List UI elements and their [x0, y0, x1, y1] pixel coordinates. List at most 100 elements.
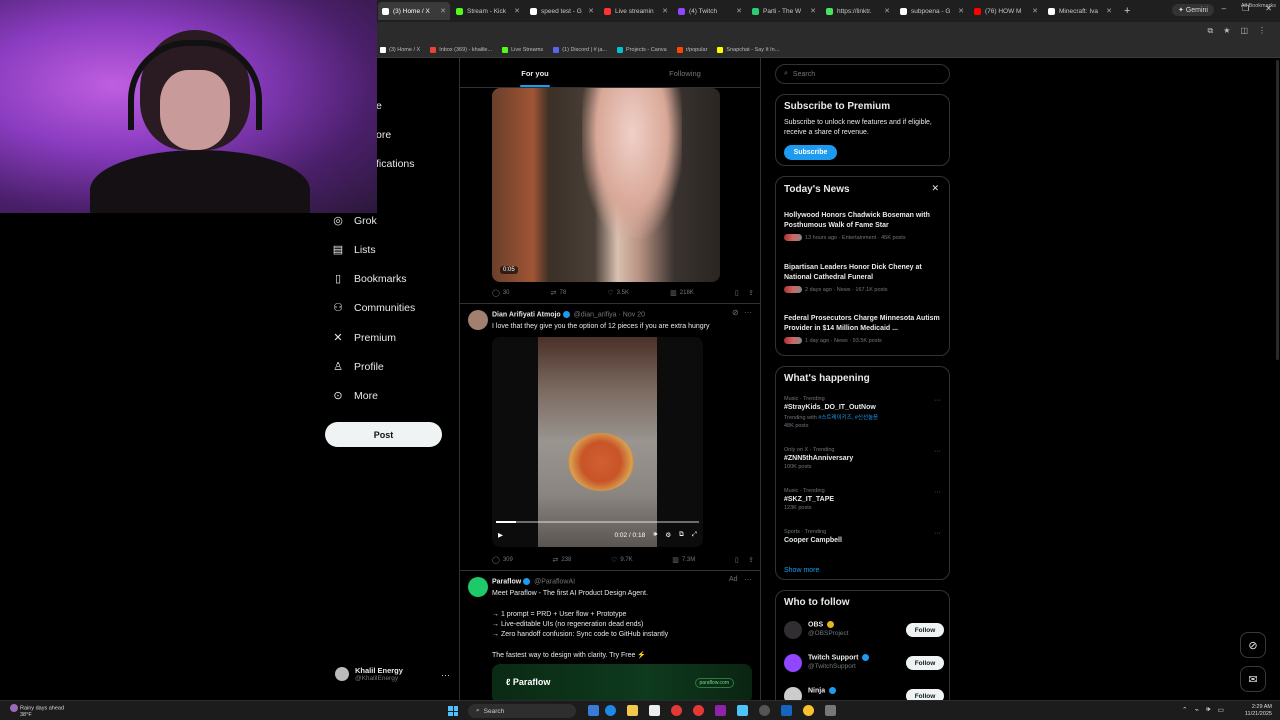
store-icon[interactable] — [649, 705, 660, 716]
bookmark-icon[interactable]: ▯ — [735, 556, 739, 564]
bookmark-item[interactable]: Projects - Canva — [617, 46, 667, 53]
steam-icon[interactable] — [781, 705, 792, 716]
trend-item[interactable]: Music · Trending #StrayKids_DO_IT_OutNow… — [784, 396, 944, 429]
close-tab-icon[interactable]: ✕ — [1106, 7, 1112, 15]
more-dots-icon[interactable]: ··· — [934, 448, 941, 455]
close-tab-icon[interactable]: ✕ — [736, 7, 742, 15]
obs-icon[interactable] — [693, 705, 704, 716]
bookmark-item[interactable]: r/popular — [676, 46, 707, 53]
tweet-author-name[interactable]: Paraflow — [492, 578, 521, 585]
subscribe-button[interactable]: Subscribe — [784, 145, 837, 160]
news-item[interactable]: Hollywood Honors Chadwick Boseman with P… — [784, 211, 944, 241]
more-dots-icon[interactable]: ··· — [934, 530, 941, 537]
like-button[interactable]: ♡ 3.5K — [607, 289, 629, 297]
fullscreen-icon[interactable]: ⤢ — [692, 531, 697, 539]
tab-following[interactable]: Following — [610, 58, 760, 87]
browser-tab[interactable]: Live streamin ✕ — [600, 2, 672, 20]
scrollbar[interactable] — [1276, 60, 1279, 360]
browser-tab[interactable]: (4) Twitch ✕ — [674, 2, 746, 20]
trend-item[interactable]: Sports · Trending Cooper Campbell — [784, 529, 944, 544]
pip-icon[interactable]: ⧉ — [679, 531, 684, 539]
close-tab-icon[interactable]: ✕ — [958, 7, 964, 15]
close-tab-icon[interactable]: ✕ — [662, 7, 668, 15]
close-tab-icon[interactable]: ✕ — [884, 7, 890, 15]
close-icon[interactable]: ✕ — [931, 183, 939, 194]
minimize-icon[interactable]: – — [1222, 4, 1226, 13]
nav-item-explore-cut[interactable]: ore — [376, 129, 391, 141]
all-bookmarks-button[interactable]: All Bookmarks — [1241, 3, 1276, 9]
more-dots-icon[interactable]: ··· — [934, 489, 941, 496]
bookmark-item[interactable]: Snapchat - Say It In... — [717, 46, 779, 53]
trend-item[interactable]: Music · Trending #SKZ_IT_TAPE 123K posts — [784, 488, 944, 511]
browser-tab[interactable]: Stream - Kick ✕ — [452, 2, 524, 20]
more-dots-icon[interactable]: ··· — [441, 670, 450, 680]
browser-tab[interactable]: Minecraft: Iva ✕ — [1044, 2, 1116, 20]
edge-icon[interactable] — [605, 705, 616, 716]
views-button[interactable]: ▥ 7.3M — [672, 556, 695, 564]
repost-button[interactable]: ⇄ 238 — [553, 556, 572, 564]
share-icon[interactable]: ⇪ — [748, 556, 754, 564]
reply-button[interactable]: ◯ 30 — [492, 289, 510, 297]
ad-url[interactable]: paraflow.com — [694, 678, 734, 688]
share-icon[interactable]: ⇪ — [748, 289, 754, 297]
grok-icon[interactable]: ⊘ — [732, 308, 739, 317]
sidebar-item-more[interactable]: ⊙ More — [332, 389, 378, 403]
tweet-author-name[interactable]: Dian Arifiyati Atmojo — [492, 311, 561, 318]
browser-tab[interactable]: (76) HOW M ✕ — [970, 2, 1042, 20]
sidebar-item-lists[interactable]: ▤ Lists — [332, 243, 376, 257]
sidebar-item-communities[interactable]: ⚇ Communities — [332, 301, 415, 315]
bookmark-item[interactable]: (3) Home / X — [380, 46, 420, 53]
trend-item[interactable]: Only on X · Trending #ZNN5thAnniversary … — [784, 447, 944, 470]
repost-button[interactable]: ⇄ 78 — [551, 289, 567, 297]
menu-icon[interactable]: ⋮ — [1258, 26, 1266, 36]
close-tab-icon[interactable]: ✕ — [514, 7, 520, 15]
tweet-video[interactable]: 0:05 — [492, 88, 720, 282]
tweet-author-handle[interactable]: @dian_arifiya — [574, 311, 617, 318]
volume-icon[interactable]: 🕪 — [653, 531, 657, 539]
avatar[interactable] — [468, 310, 488, 330]
battery-icon[interactable]: ▭ — [1217, 706, 1224, 714]
sidebar-item-profile[interactable]: ♙ Profile — [332, 360, 384, 374]
bookmark-item[interactable]: Live Streams — [502, 46, 543, 53]
news-item[interactable]: Federal Prosecutors Charge Minnesota Aut… — [784, 314, 944, 344]
new-tab-icon[interactable]: + — [1124, 5, 1130, 17]
messages-float-button[interactable]: ✉ — [1240, 666, 1266, 692]
close-tab-icon[interactable]: ✕ — [440, 7, 446, 15]
ad-card[interactable]: ℓ Paraflow paraflow.com — [492, 664, 752, 700]
chrome-icon[interactable] — [803, 705, 814, 716]
follow-suggestion[interactable]: Twitch Support @TwitchSupport Follow — [784, 652, 944, 674]
network-icon[interactable]: ⌁ — [1195, 706, 1199, 714]
close-tab-icon[interactable]: ✕ — [1032, 7, 1038, 15]
close-tab-icon[interactable]: ✕ — [588, 7, 594, 15]
show-more-link[interactable]: Show more — [784, 567, 819, 574]
reply-button[interactable]: ◯ 309 — [492, 556, 513, 564]
settings-icon[interactable] — [759, 705, 770, 716]
like-button[interactable]: ♡ 9.7K — [611, 556, 633, 564]
clock[interactable]: 2:29 AM 11/21/2025 — [1245, 704, 1272, 718]
gemini-button[interactable]: ✦ Gemini — [1172, 4, 1214, 16]
tab-for-you[interactable]: For you — [460, 58, 610, 87]
volume-icon[interactable]: 🕪 — [1206, 706, 1210, 714]
post-button[interactable]: Post — [325, 422, 442, 447]
chevron-up-icon[interactable]: ⌃ — [1182, 706, 1188, 714]
file-explorer-icon[interactable] — [627, 705, 638, 716]
tweet-date[interactable]: · Nov 20 — [619, 311, 645, 318]
play-icon[interactable]: ▶ — [498, 531, 503, 539]
tweet-video[interactable]: ▶ 0:02 / 0:18 🕪 ⚙ ⧉ ⤢ — [492, 337, 703, 547]
browser-tab[interactable]: https://linktr. ✕ — [822, 2, 894, 20]
nav-item-notifications-cut[interactable]: fications — [376, 158, 415, 170]
browser-tab[interactable]: (3) Home / X ✕ — [378, 2, 450, 20]
more-dots-icon[interactable]: ··· — [744, 575, 752, 584]
follow-suggestion[interactable]: OBS @OBSProject Follow — [784, 619, 944, 641]
grok-float-button[interactable]: ⊘ — [1240, 632, 1266, 658]
taskbar-search[interactable]: ⌕ Search — [468, 704, 576, 718]
avatar[interactable] — [468, 577, 488, 597]
app-icon[interactable] — [737, 705, 748, 716]
star-icon[interactable]: ★ — [1223, 26, 1230, 36]
settings-icon[interactable]: ⚙ — [665, 531, 671, 539]
browser-tab[interactable]: subpoena - G ✕ — [896, 2, 968, 20]
windows-start-icon[interactable] — [448, 706, 458, 716]
follow-button[interactable]: Follow — [906, 656, 944, 670]
browser-tab[interactable]: speed test - G ✕ — [526, 2, 598, 20]
bookmark-icon[interactable]: ▯ — [735, 289, 739, 297]
